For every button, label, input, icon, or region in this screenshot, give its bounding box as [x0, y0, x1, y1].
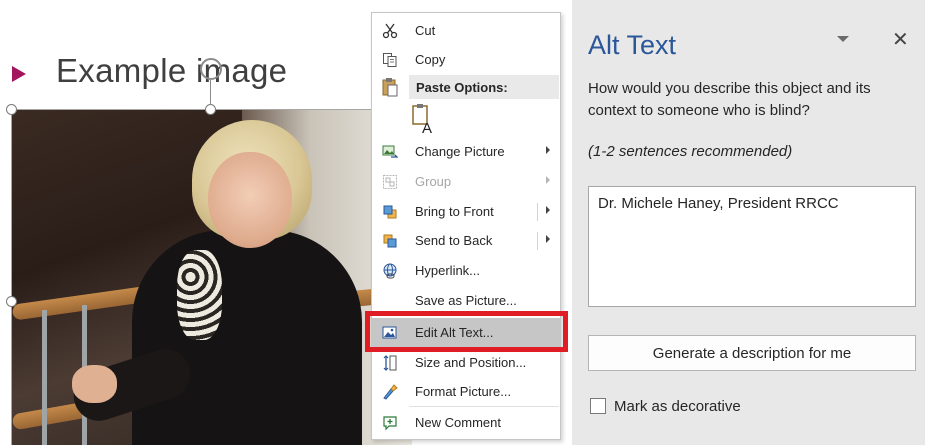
pane-title: Alt Text [588, 30, 677, 60]
split-divider [537, 232, 538, 250]
menu-item-label: Copy [415, 52, 446, 67]
resize-handle-left[interactable] [6, 296, 17, 307]
menu-item-label: Bring to Front [415, 204, 494, 219]
mark-decorative-checkbox[interactable] [590, 398, 606, 414]
send-to-back-icon [381, 232, 399, 250]
generate-description-button[interactable]: Generate a description for me [588, 335, 916, 371]
group-icon [381, 173, 399, 191]
menu-item-send-to-back[interactable]: Send to Back [372, 226, 560, 256]
menu-item-new-comment[interactable]: New Comment [372, 408, 560, 438]
submenu-arrow-icon[interactable] [546, 235, 550, 243]
selection-border [12, 109, 372, 110]
menu-item-label: Change Picture [415, 144, 505, 159]
pane-options-dropdown-icon[interactable] [836, 33, 850, 43]
menu-item-label: Cut [415, 23, 436, 38]
menu-item-size-and-position[interactable]: Size and Position... [372, 348, 560, 378]
selection-border [11, 109, 12, 445]
rotation-handle[interactable] [200, 58, 222, 80]
alt-text-input[interactable]: Dr. Michele Haney, President RRCC [588, 186, 916, 307]
menu-item-copy[interactable]: Copy [372, 45, 560, 75]
menu-item-label: Hyperlink... [415, 263, 481, 278]
pane-hint: (1-2 sentences recommended) [588, 143, 793, 160]
menu-item-label: Size and Position... [415, 355, 527, 370]
bring-to-front-icon [381, 203, 399, 221]
menu-item-format-picture[interactable]: Format Picture... [372, 377, 560, 407]
format-picture-icon [381, 383, 399, 401]
submenu-arrow-icon[interactable] [546, 206, 550, 214]
new-comment-icon [381, 414, 399, 432]
menu-item-cut[interactable]: Cut [372, 16, 560, 46]
photo-person-scarf [177, 250, 222, 340]
photo-baluster [42, 310, 47, 445]
submenu-arrow-icon [546, 176, 550, 184]
menu-item-label: Group [415, 174, 452, 189]
selected-picture[interactable] [12, 110, 412, 445]
size-position-icon [381, 354, 399, 372]
change-picture-icon [381, 143, 399, 161]
submenu-arrow-icon [546, 146, 550, 154]
photo-person-hand [72, 365, 117, 403]
highlight-annotation-box [365, 311, 568, 352]
scissors-icon [381, 22, 399, 40]
resize-handle-top-left[interactable] [6, 104, 17, 115]
bullet-arrow-icon [12, 66, 26, 82]
menu-item-label: Format Picture... [415, 384, 512, 399]
split-divider [537, 203, 538, 221]
copy-icon [381, 51, 399, 69]
menu-item-hyperlink[interactable]: Hyperlink... [372, 256, 560, 286]
menu-item-label: Save as Picture... [415, 293, 517, 308]
paste-keep-text-only-icon[interactable]: A [412, 103, 434, 137]
paste-options-header: Paste Options: [409, 75, 559, 99]
svg-text:A: A [422, 120, 432, 135]
resize-handle-top[interactable] [205, 104, 216, 115]
photo-person-body [132, 230, 362, 445]
menu-separator [409, 406, 559, 407]
slide-title[interactable]: Example image [56, 52, 287, 90]
menu-item-group: Group [372, 167, 560, 197]
hyperlink-icon [381, 262, 399, 280]
menu-item-change-picture[interactable]: Change Picture [372, 137, 560, 167]
paste-icon [381, 77, 399, 97]
mark-decorative-label[interactable]: Mark as decorative [614, 398, 741, 415]
context-menu: Cut Copy Paste Options: A Change Picture… [371, 12, 561, 440]
pane-description: How would you describe this object and i… [588, 80, 871, 119]
menu-item-label: Send to Back [415, 233, 493, 248]
alt-text-pane: Alt Text ✕ How would you describe this o… [572, 0, 925, 445]
menu-item-label: New Comment [415, 415, 501, 430]
menu-item-bring-to-front[interactable]: Bring to Front [372, 197, 560, 227]
photo-person-face [208, 152, 292, 248]
pane-close-icon[interactable]: ✕ [892, 30, 909, 50]
